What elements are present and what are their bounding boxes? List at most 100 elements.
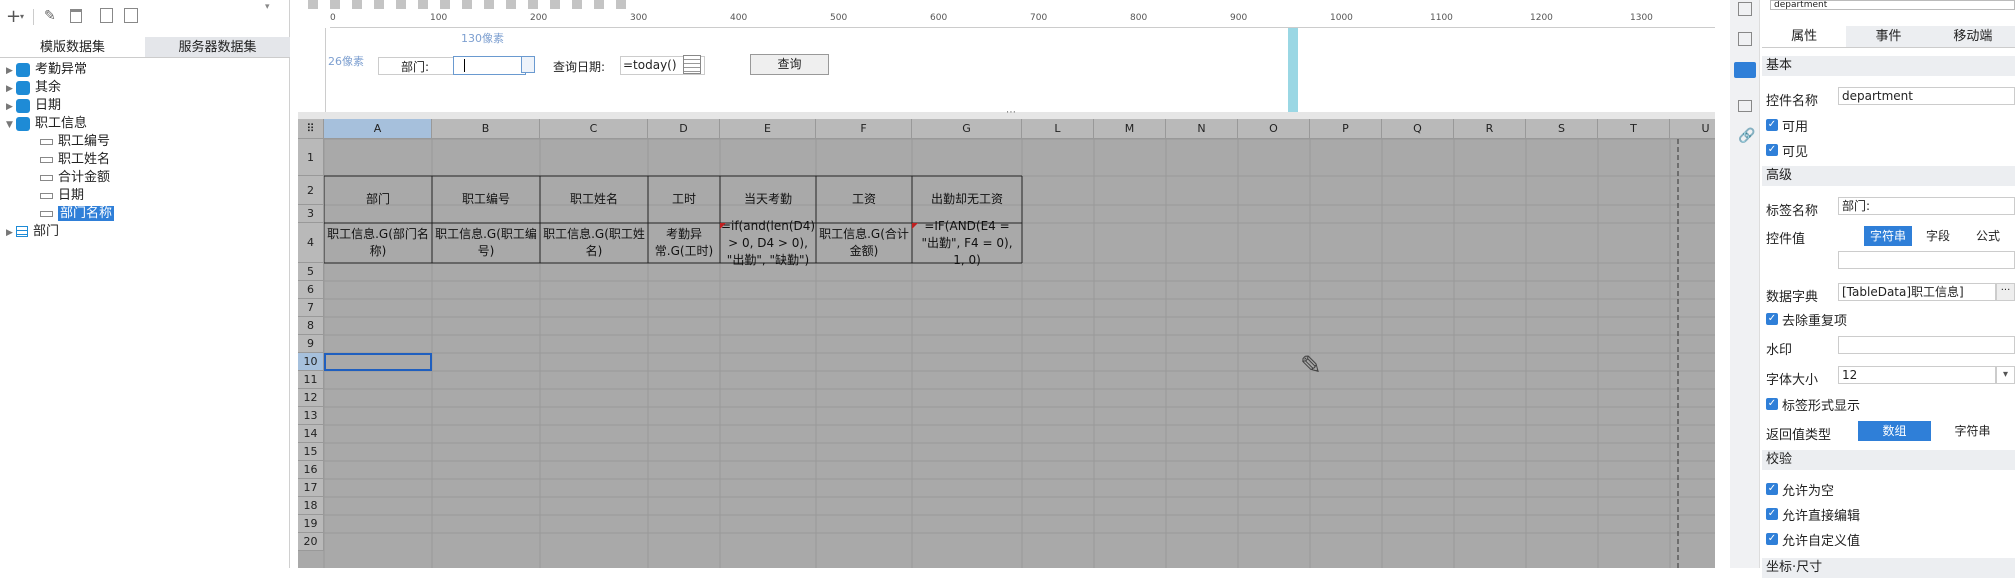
column-header[interactable]: P (1310, 119, 1382, 139)
column-header[interactable]: Q (1382, 119, 1454, 139)
widget-settings-icon[interactable] (1734, 62, 1756, 78)
tree-field-total[interactable]: 合计金额 (40, 169, 110, 187)
column-header[interactable]: D (648, 119, 720, 139)
column-header[interactable]: L (1022, 119, 1094, 139)
formula-cell[interactable]: 职工信息.G(职工编号) (432, 223, 540, 263)
allow-empty-checkbox[interactable]: ✓ (1766, 483, 1778, 495)
header-cell[interactable]: 出勤却无工资 (912, 176, 1022, 223)
tree-item-other[interactable]: ▶ 其余 (6, 79, 61, 97)
collapse-icon[interactable]: ▾ (265, 2, 270, 12)
selected-cell[interactable] (324, 353, 432, 371)
return-type-string[interactable]: 字符串 (1935, 421, 2010, 441)
column-header[interactable]: E (720, 119, 816, 139)
row-header[interactable]: 8 (298, 317, 324, 335)
ctl-name-input[interactable]: department (1838, 87, 2015, 105)
preview-icon[interactable] (100, 8, 113, 23)
row-header[interactable]: 7 (298, 299, 324, 317)
row-header[interactable]: 9 (298, 335, 324, 353)
add-icon[interactable]: + (6, 8, 21, 26)
section-position-size[interactable]: 坐标·尺寸 (1762, 558, 2015, 578)
tab-server-dataset[interactable]: 服务器数据集 (145, 37, 290, 58)
row-header[interactable]: 14 (298, 425, 324, 443)
tree-item-dept[interactable]: ▶ 部门 (6, 223, 59, 241)
row-header[interactable]: 12 (298, 389, 324, 407)
column-header[interactable]: U (1670, 119, 1715, 139)
formula-cell[interactable]: =IF(AND(E4 = "出勤", F4 = 0), 1, 0) (912, 219, 1022, 267)
column-header[interactable]: C (540, 119, 648, 139)
value-type-string[interactable]: 字符串 (1864, 226, 1912, 246)
column-header[interactable]: F (816, 119, 912, 139)
tree-field-date[interactable]: 日期 (40, 187, 84, 205)
query-button[interactable]: 查询 (750, 54, 829, 75)
calendar-icon[interactable] (683, 55, 701, 74)
row-header[interactable]: 11 (298, 371, 324, 389)
section-basic[interactable]: 基本 (1762, 56, 2015, 76)
tree-item-staff[interactable]: ▼ 职工信息 (6, 115, 87, 133)
delete-icon[interactable] (70, 9, 82, 23)
row-header[interactable]: 4 (298, 223, 324, 263)
row-header[interactable]: 5 (298, 263, 324, 281)
formula-cell[interactable]: 职工信息.G(部门名称) (324, 223, 432, 263)
tag-display-checkbox[interactable]: ✓ (1766, 398, 1778, 410)
tree-field-staff-name[interactable]: 职工姓名 (40, 151, 110, 169)
column-header[interactable]: B (432, 119, 540, 139)
link-icon[interactable]: 🔗 (1738, 128, 1755, 144)
header-cell[interactable]: 当天考勤 (720, 176, 816, 223)
tree-item-date[interactable]: ▶ 日期 (6, 97, 61, 115)
row-header[interactable]: 17 (298, 479, 324, 497)
parameter-pane[interactable]: 0 100 200 300 400 500 600 700 800 900 1000 1100 1200… (298, 0, 1953, 112)
fontsize-dropdown-icon[interactable]: ▾ (1996, 366, 2015, 384)
formula-cell[interactable]: =if(and(len(D4) > 0, D4 > 0), "出勤", "缺勤"… (720, 219, 816, 267)
dept-combo-button[interactable] (521, 56, 535, 73)
header-cell[interactable]: 工时 (648, 176, 720, 223)
row-header[interactable]: 20 (298, 533, 324, 551)
tree-field-staff-id[interactable]: 职工编号 (40, 133, 110, 151)
allow-custom-checkbox[interactable]: ✓ (1766, 533, 1778, 545)
tag-name-input[interactable]: 部门: (1838, 197, 2015, 215)
pane-divider[interactable]: ⋯ (298, 107, 1715, 119)
spreadsheet-grid[interactable]: ⠿ A B C D E F G L M N O P Q R S T U 1 2 3 4 5 6 7 8 9 10 11 12 13 14 15… (298, 119, 1715, 568)
tab-mobile[interactable]: 移动端 (1930, 26, 2015, 47)
enabled-checkbox[interactable]: ✓ (1766, 119, 1778, 131)
column-header[interactable]: N (1166, 119, 1238, 139)
widget-selector[interactable]: department (1770, 0, 2015, 10)
fontsize-input[interactable]: 12 (1838, 366, 1996, 384)
allow-edit-checkbox[interactable]: ✓ (1766, 508, 1778, 520)
select-all-corner[interactable]: ⠿ (298, 119, 324, 139)
column-header[interactable]: T (1598, 119, 1670, 139)
column-header[interactable]: R (1454, 119, 1526, 139)
expand-arrow-icon[interactable]: ▶ (6, 62, 16, 80)
return-type-array[interactable]: 数组 (1858, 421, 1931, 441)
column-header[interactable]: G (912, 119, 1022, 139)
row-header[interactable]: 18 (298, 497, 324, 515)
expand-arrow-icon[interactable]: ▶ (6, 224, 16, 242)
server-dataset-icon[interactable] (124, 8, 138, 23)
row-header[interactable]: 16 (298, 461, 324, 479)
formula-cell[interactable]: 职工信息.G(合计金额) (816, 223, 912, 263)
column-header[interactable]: M (1094, 119, 1166, 139)
edit-icon[interactable]: ✎ (44, 8, 56, 24)
watermark-input[interactable] (1838, 336, 2015, 354)
param-boundary-marker[interactable] (1288, 28, 1298, 112)
cell-attr-icon[interactable] (1738, 2, 1752, 16)
row-header[interactable]: 10 (298, 353, 324, 371)
expand-arrow-icon[interactable]: ▶ (6, 80, 16, 98)
row-header[interactable]: 13 (298, 407, 324, 425)
row-header[interactable]: 3 (298, 205, 324, 223)
chevron-down-icon[interactable]: ▾ (20, 12, 24, 21)
collapse-arrow-icon[interactable]: ▼ (6, 116, 16, 134)
tab-properties[interactable]: 属性 (1762, 26, 1847, 47)
formula-cell[interactable]: 考勤异常.G(工时) (648, 223, 720, 263)
value-type-field[interactable]: 字段 (1916, 226, 1960, 246)
header-cell[interactable]: 职工姓名 (540, 176, 648, 223)
row-header[interactable]: 19 (298, 515, 324, 533)
column-header[interactable]: A (324, 119, 432, 139)
row-header[interactable]: 15 (298, 443, 324, 461)
dict-more-button[interactable]: ··· (1996, 283, 2015, 301)
tree-field-dept-name[interactable]: 部门名称 (40, 205, 115, 223)
element-icon[interactable] (1738, 32, 1752, 46)
row-header[interactable]: 2 (298, 176, 324, 205)
condition-icon[interactable] (1738, 100, 1752, 112)
expand-arrow-icon[interactable]: ▶ (6, 98, 16, 116)
ctl-value-input[interactable] (1838, 251, 2015, 269)
